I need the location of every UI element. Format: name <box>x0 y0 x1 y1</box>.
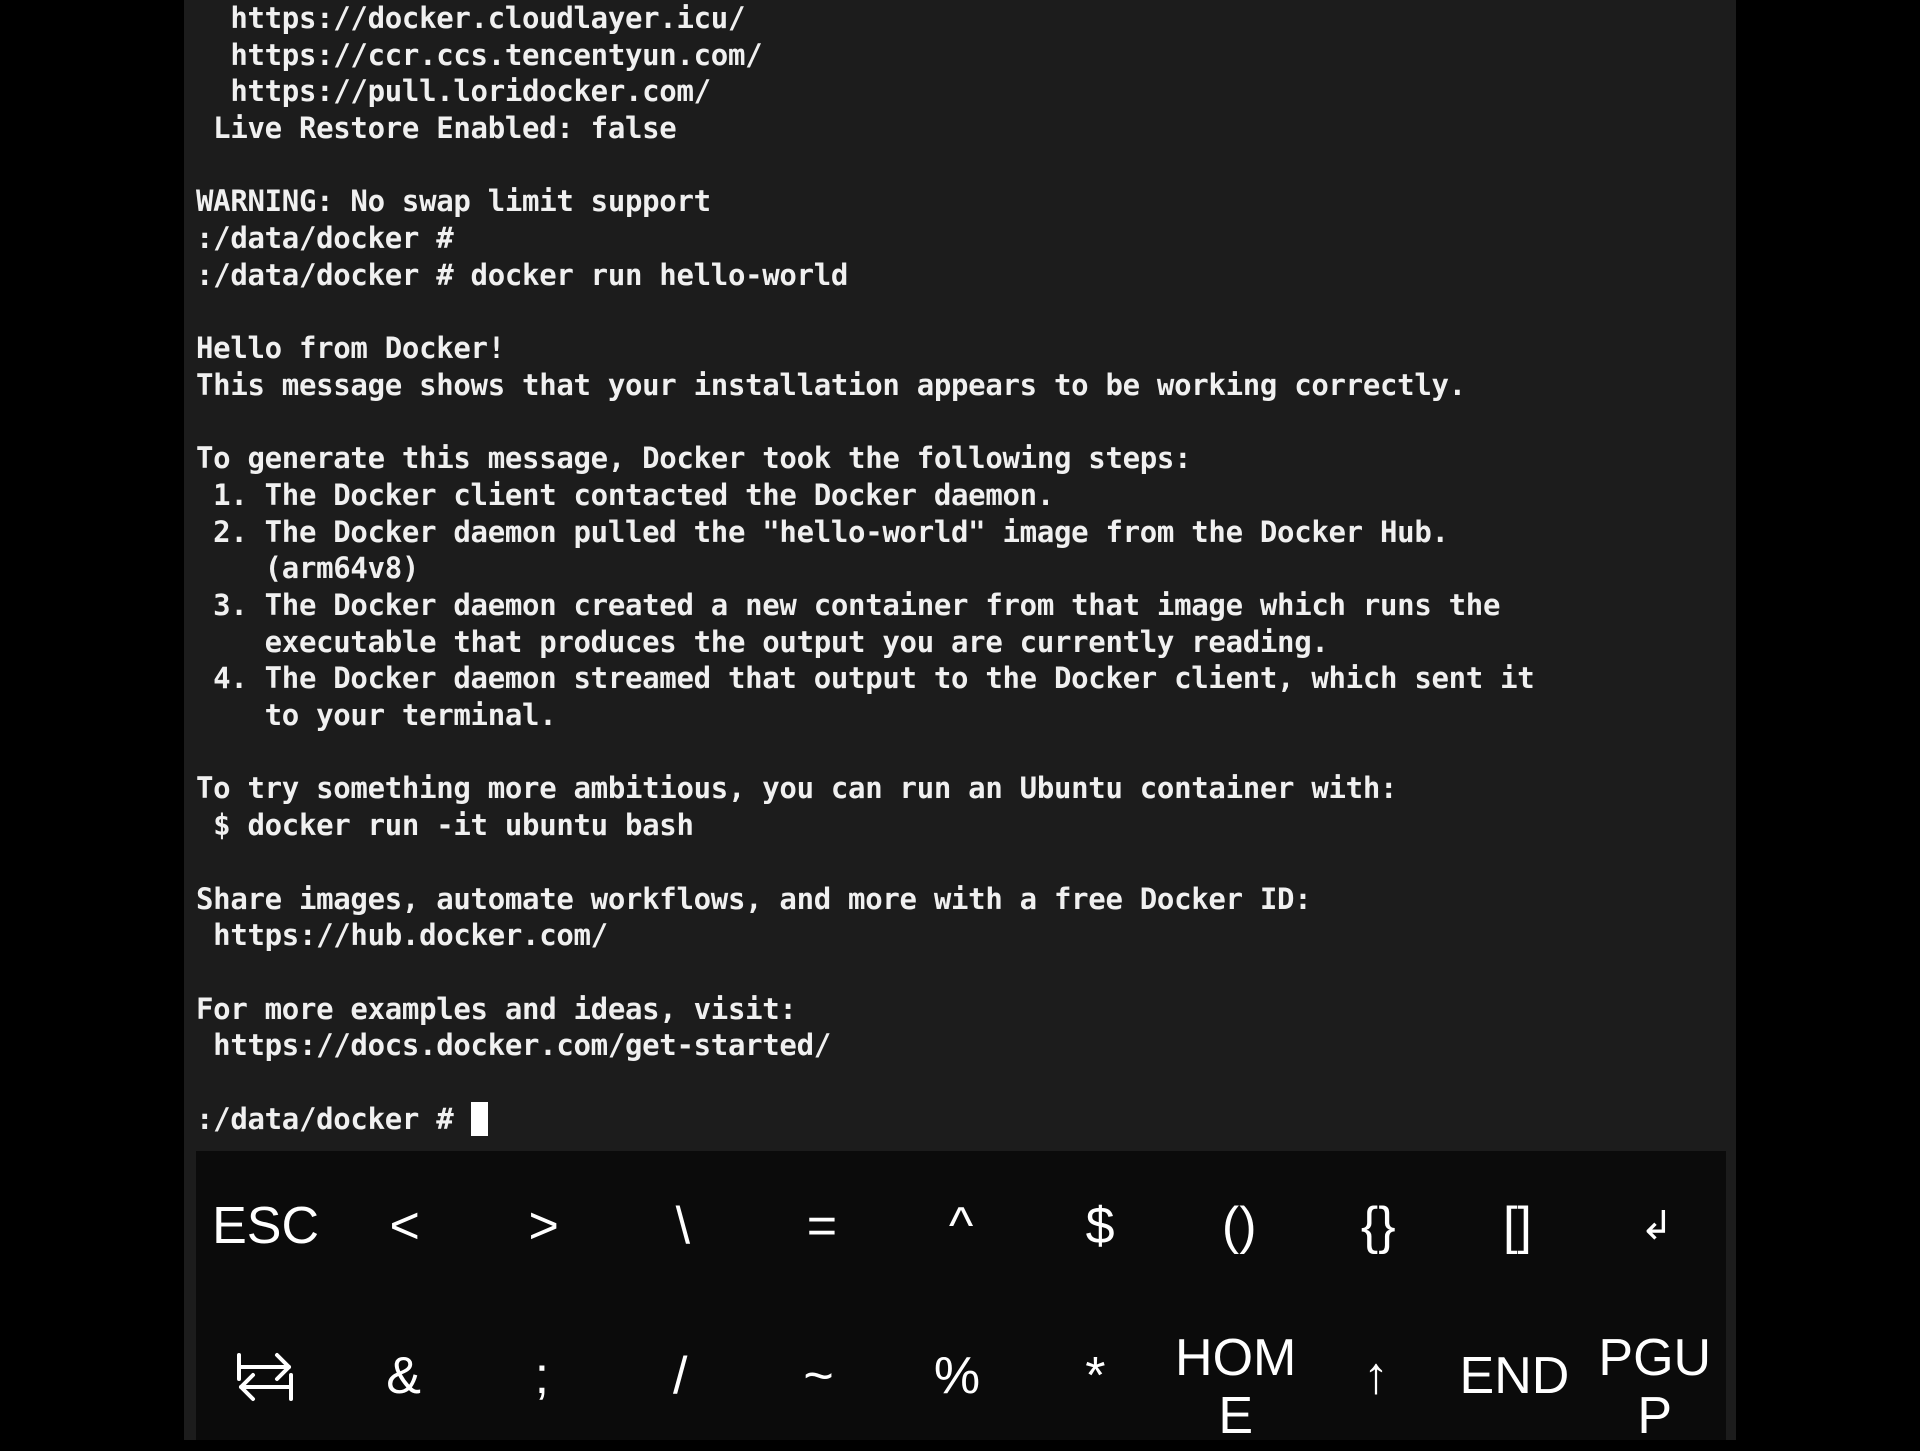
terminal-line: To generate this message, Docker took th… <box>196 441 1192 476</box>
terminal-line: executable that produces the output you … <box>196 624 1329 659</box>
tab-arrows-icon <box>235 1349 295 1403</box>
terminal-line: 1. The Docker client contacted the Docke… <box>196 477 1054 512</box>
less-than-key[interactable]: < <box>335 1151 474 1301</box>
percent-key[interactable]: % <box>888 1301 1026 1451</box>
terminal-line: 3. The Docker daemon created a new conta… <box>196 588 1501 622</box>
tab-key[interactable] <box>196 1301 334 1451</box>
caret-key[interactable]: ^ <box>891 1151 1030 1301</box>
semicolon-key[interactable]: ; <box>473 1301 611 1451</box>
parentheses-key[interactable]: () <box>1170 1151 1309 1301</box>
terminal-line: 4. The Docker daemon streamed that outpu… <box>196 661 1535 696</box>
terminal-cursor <box>470 1101 488 1136</box>
dollar-key[interactable]: $ <box>1031 1151 1170 1301</box>
asterisk-key[interactable]: * <box>1026 1301 1164 1451</box>
terminal-line: Share images, automate workflows, and mo… <box>196 881 1312 916</box>
extra-keys-bar: ESC < > \ = ^ $ () {} [] ↲ & ; / ~ % * H… <box>196 1151 1726 1445</box>
braces-key[interactable]: {} <box>1309 1151 1448 1301</box>
backslash-key[interactable]: \ <box>613 1151 752 1301</box>
slash-key[interactable]: / <box>611 1301 749 1451</box>
page-up-key[interactable]: PGUP <box>1584 1301 1726 1451</box>
esc-key[interactable]: ESC <box>196 1151 335 1301</box>
greater-than-key[interactable]: > <box>474 1151 613 1301</box>
terminal-line: :/data/docker # docker run hello-world <box>196 257 849 292</box>
brackets-key[interactable]: [] <box>1448 1151 1587 1301</box>
terminal-line: :/data/docker # <box>196 221 454 256</box>
terminal-line: To try something more ambitious, you can… <box>196 771 1398 806</box>
enter-key[interactable]: ↲ <box>1587 1151 1726 1301</box>
terminal-prompt: :/data/docker # <box>196 1101 471 1136</box>
home-key[interactable]: HOME <box>1165 1301 1307 1451</box>
terminal-line: This message shows that your installatio… <box>196 367 1466 402</box>
extra-keys-row-1: ESC < > \ = ^ $ () {} [] ↲ <box>196 1151 1726 1301</box>
terminal-window[interactable]: https://docker.cloudlayer.icu/ https://c… <box>184 0 1736 1445</box>
terminal-line: https://ccr.ccs.tencentyun.com/ <box>196 37 763 72</box>
terminal-line: (arm64v8) <box>196 551 420 586</box>
terminal-line: Hello from Docker! <box>196 331 505 366</box>
extra-keys-row-2: & ; / ~ % * HOME ↑ END PGUP <box>196 1301 1726 1451</box>
screen: https://docker.cloudlayer.icu/ https://c… <box>0 0 1920 1445</box>
ampersand-key[interactable]: & <box>334 1301 472 1451</box>
end-key[interactable]: END <box>1445 1301 1583 1451</box>
terminal-line: Live Restore Enabled: false <box>196 111 677 146</box>
terminal-line: https://docs.docker.com/get-started/ <box>196 1028 831 1063</box>
terminal-line: to your terminal. <box>196 698 557 733</box>
terminal-output[interactable]: https://docker.cloudlayer.icu/ https://c… <box>196 0 1726 1150</box>
terminal-line: 2. The Docker daemon pulled the "hello-w… <box>196 514 1449 549</box>
tilde-key[interactable]: ~ <box>749 1301 887 1451</box>
terminal-line: https://hub.docker.com/ <box>196 918 608 953</box>
terminal-line: For more examples and ideas, visit: <box>196 991 797 1026</box>
terminal-line: https://pull.loridocker.com/ <box>196 74 711 109</box>
terminal-line: https://docker.cloudlayer.icu/ <box>196 1 746 35</box>
arrow-up-key[interactable]: ↑ <box>1307 1301 1445 1451</box>
terminal-line: WARNING: No swap limit support <box>196 184 711 219</box>
terminal-prompt-line[interactable]: :/data/docker # <box>196 1101 1726 1138</box>
equals-key[interactable]: = <box>752 1151 891 1301</box>
terminal-line: $ docker run -it ubuntu bash <box>196 808 694 843</box>
